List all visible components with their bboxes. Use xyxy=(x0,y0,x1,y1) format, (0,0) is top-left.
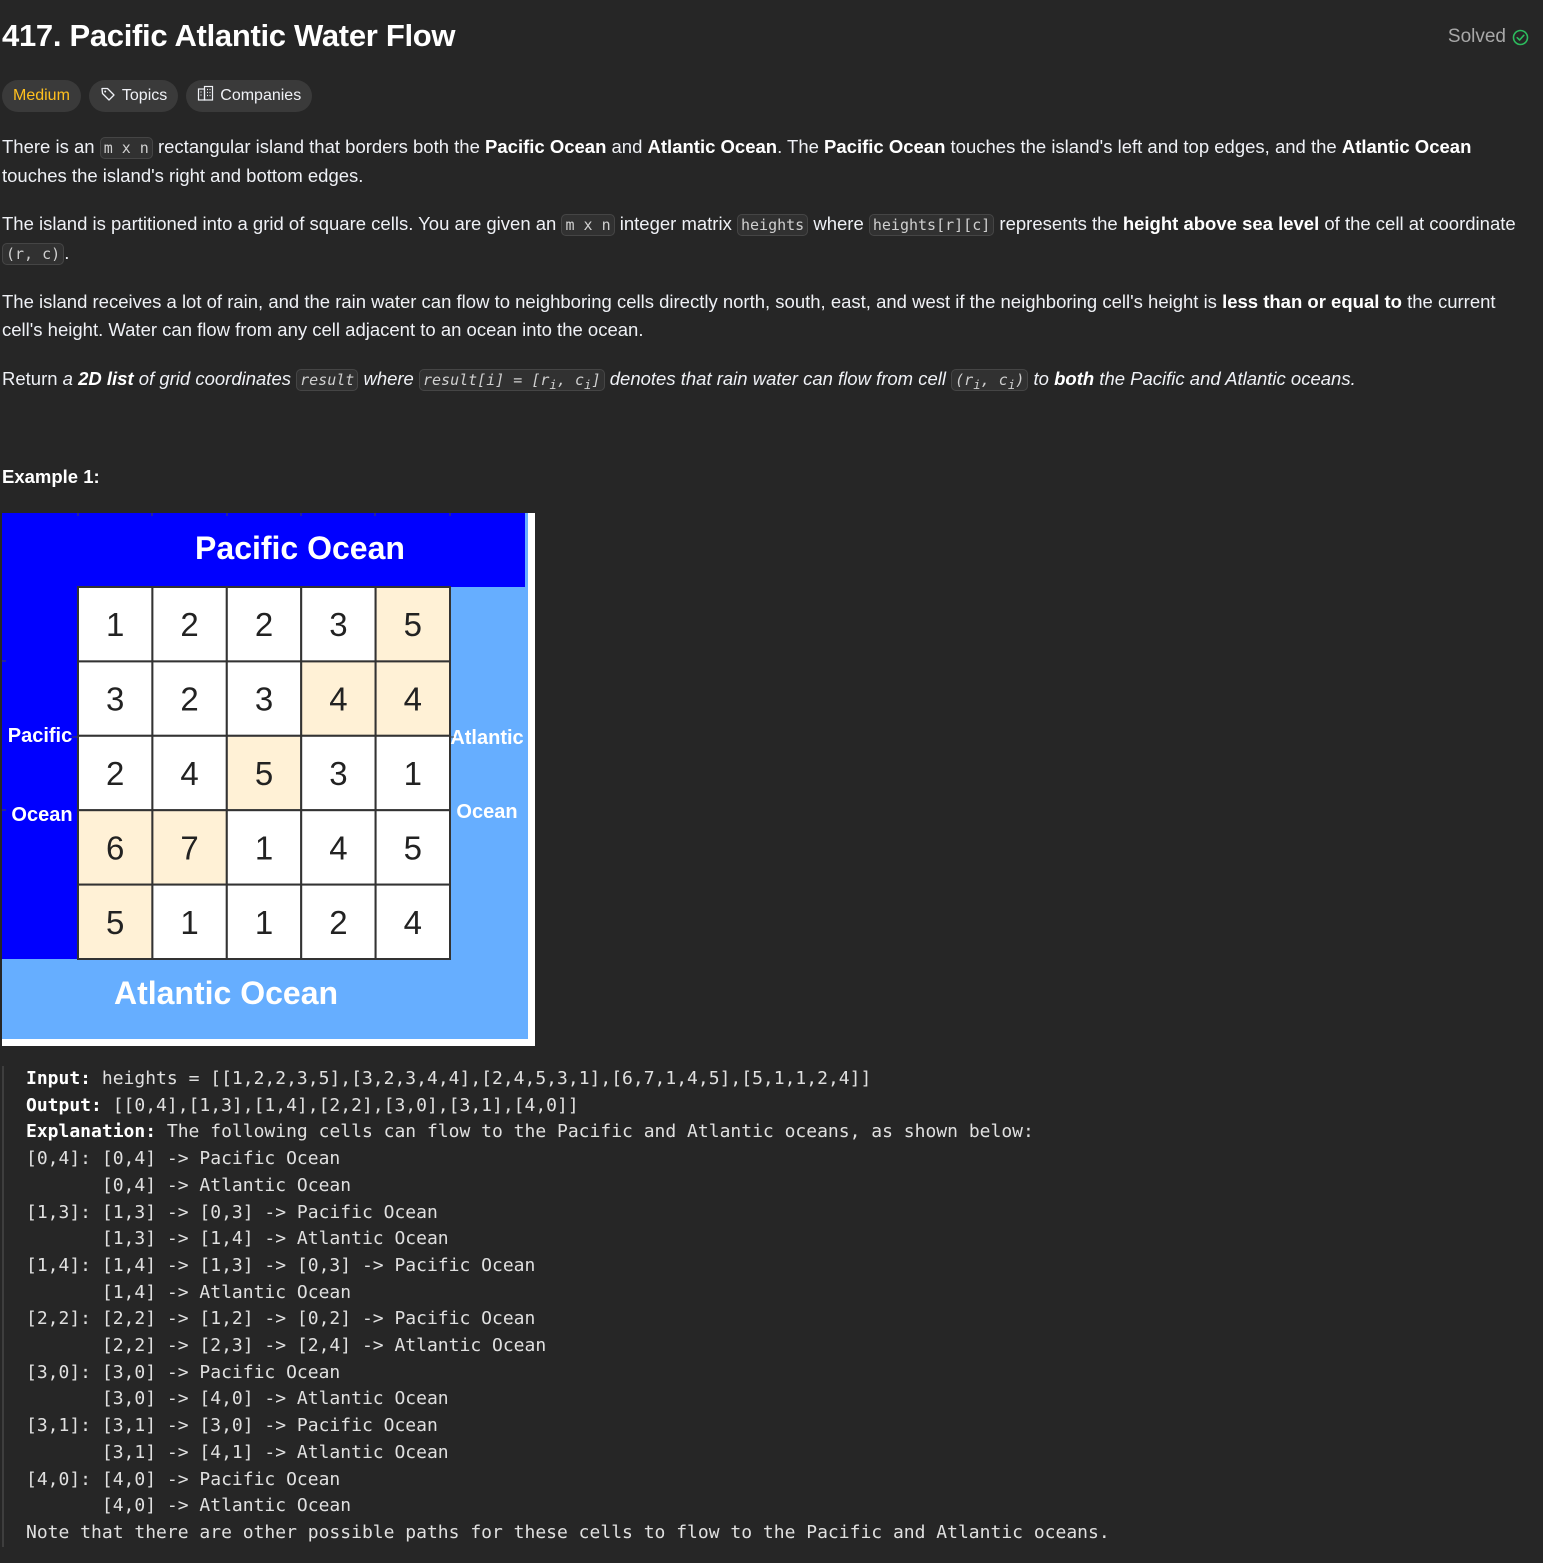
grid-cell-value: 1 xyxy=(255,904,273,941)
explanation-path-line: [1,4] -> Atlantic Ocean xyxy=(26,1281,352,1303)
grid-cell-value: 6 xyxy=(106,829,124,866)
topics-button[interactable]: Topics xyxy=(88,80,179,112)
grid-cell-value: 2 xyxy=(180,681,198,718)
topics-label: Topics xyxy=(121,87,168,104)
explanation-path-line: [4,0]: [4,0] -> Pacific Ocean xyxy=(26,1468,341,1490)
grid-cell-value: 2 xyxy=(255,606,273,643)
grid-cell-value: 4 xyxy=(329,681,347,718)
difficulty-badge: Medium xyxy=(2,80,81,112)
companies-label: Companies xyxy=(220,87,302,104)
inline-code: result[i] = [ri, ci] xyxy=(418,369,605,392)
grid-cell-value: 4 xyxy=(329,829,347,866)
explanation-line: Explanation: The following cells can flo… xyxy=(26,1121,1034,1143)
grid-cell-value: 2 xyxy=(329,904,347,941)
inline-code: heights[r][c] xyxy=(868,214,995,236)
description-paragraph-3: The island receives a lot of rain, and t… xyxy=(2,291,1496,340)
problem-description-panel: 417. Pacific Atlantic Water Flow Solved … xyxy=(0,0,1543,1563)
grid-cell-value: 5 xyxy=(255,755,273,792)
grid-cell-value: 4 xyxy=(180,755,198,792)
example-figure: 1223532344245316714551124 Pacific Ocean … xyxy=(2,513,535,1046)
inline-code: result xyxy=(296,369,359,391)
grid-cell-value: 1 xyxy=(404,755,422,792)
inline-code: m x n xyxy=(99,137,153,159)
solved-label: Solved xyxy=(1447,26,1506,47)
inline-code: (r, c) xyxy=(2,243,65,265)
right-ocean-label-1: Atlantic xyxy=(450,727,523,749)
example-title: Example 1: xyxy=(2,466,100,487)
top-ocean-label: Pacific Ocean xyxy=(195,530,405,566)
explanation-path-line: [4,0] -> Atlantic Ocean xyxy=(26,1495,352,1517)
grid-cell-value: 1 xyxy=(255,829,273,866)
grid-cell-value: 3 xyxy=(106,681,124,718)
output-line: Output: [[0,4],[1,3],[1,4],[2,2],[3,0],[… xyxy=(26,1094,579,1116)
tag-icon xyxy=(100,86,116,107)
explanation-path-line: [3,1]: [3,1] -> [3,0] -> Pacific Ocean xyxy=(26,1415,438,1437)
grid-cell-value: 2 xyxy=(106,755,124,792)
example-io-block: Input: heights = [[1,2,2,3,5],[3,2,3,4,4… xyxy=(2,1066,1522,1547)
grid-cell-value: 5 xyxy=(404,829,422,866)
description-paragraph-2: The island is partitioned into a grid of… xyxy=(2,213,1516,265)
explanation-path-line: [2,2]: [2,2] -> [1,2] -> [0,2] -> Pacifi… xyxy=(26,1308,536,1330)
grid-cell-value: 1 xyxy=(180,904,198,941)
description-paragraph-1: There is an m x n rectangular island tha… xyxy=(2,136,1472,186)
explanation-path-line: [3,0] -> [4,0] -> Atlantic Ocean xyxy=(26,1388,449,1410)
explanation-path-line: [1,3]: [1,3] -> [0,3] -> Pacific Ocean xyxy=(26,1201,438,1223)
grid-cell-value: 5 xyxy=(106,904,124,941)
check-circle-icon xyxy=(1512,29,1529,46)
grid-cell-value: 4 xyxy=(404,904,422,941)
companies-button[interactable]: Companies xyxy=(186,80,313,112)
input-line: Input: heights = [[1,2,2,3,5],[3,2,3,4,4… xyxy=(26,1068,872,1089)
explanation-path-line: [3,1] -> [4,1] -> Atlantic Ocean xyxy=(26,1441,449,1463)
problem-tags: Medium Topics Companies xyxy=(2,80,313,112)
left-ocean-label-1: Pacific xyxy=(8,725,72,747)
grid-cell-value: 3 xyxy=(329,755,347,792)
explanation-path-line: [1,4]: [1,4] -> [1,3] -> [0,3] -> Pacifi… xyxy=(26,1254,536,1276)
solved-status: Solved xyxy=(1448,26,1529,48)
explanation-path-line: [0,4] -> Atlantic Ocean xyxy=(26,1174,352,1196)
inline-code: heights xyxy=(736,214,809,236)
right-ocean-label-2: Ocean xyxy=(456,801,517,823)
explanation-path-line: [3,0]: [3,0] -> Pacific Ocean xyxy=(26,1361,341,1383)
bottom-ocean-label: Atlantic Ocean xyxy=(114,975,338,1011)
note-line: Note that there are other possible paths… xyxy=(26,1521,1110,1543)
inline-code: m x n xyxy=(561,214,615,236)
grid-cell-value: 5 xyxy=(404,606,422,643)
inline-code: (ri, ci) xyxy=(951,369,1029,392)
ocean-grid-diagram: 1 2 2 3 53 2 3 4 42 4 5 3 16 7 1 4 55 1 1 2 4 Pacific Ocean … xyxy=(2,513,535,1046)
grid-cell-value: 1 xyxy=(106,606,124,643)
grid-cell-value: 3 xyxy=(329,606,347,643)
problem-title: 417. Pacific Atlantic Water Flow xyxy=(2,18,456,53)
explanation-path-line: [2,2] -> [2,3] -> [2,4] -> Atlantic Ocea… xyxy=(26,1335,547,1357)
building-icon xyxy=(197,85,214,107)
left-ocean-label-2: Ocean xyxy=(11,804,72,826)
grid-cell-value: 3 xyxy=(255,681,273,718)
grid-cell-value: 7 xyxy=(180,829,198,866)
grid-cell-value: 2 xyxy=(180,606,198,643)
explanation-path-line: [0,4]: [0,4] -> Pacific Ocean xyxy=(26,1148,341,1170)
description-paragraph-4: Return a 2D list of grid coordinates res… xyxy=(2,368,1356,392)
grid-cell-value: 4 xyxy=(404,681,422,718)
explanation-path-line: [1,3] -> [1,4] -> Atlantic Ocean xyxy=(26,1228,449,1250)
